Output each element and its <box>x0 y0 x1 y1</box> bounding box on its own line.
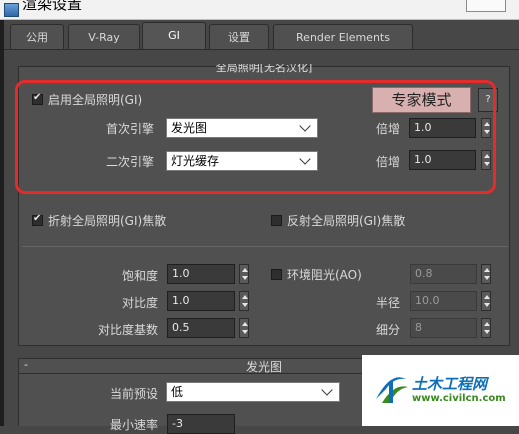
min-rate-field[interactable]: -3 <box>167 414 235 434</box>
civilcn-logo-icon <box>376 377 408 403</box>
gi-rollout-header[interactable]: 全局照明[无名汉化] <box>18 64 510 76</box>
window-title: 渲染设置 <box>22 0 83 13</box>
tab-divider <box>4 49 519 50</box>
contrast-base-field[interactable]: 0.5 <box>167 318 235 338</box>
radius-spinner[interactable] <box>481 291 491 311</box>
subdivs-field[interactable]: 8 <box>410 318 477 338</box>
saturation-spinner[interactable] <box>239 264 249 284</box>
title-button[interactable] <box>466 0 506 12</box>
gi-rollout-title: 全局照明[无名汉化] <box>215 64 313 74</box>
window-titlebar: 渲染设置 <box>0 0 519 20</box>
contrast-base-label: 对比度基数 <box>97 323 158 337</box>
watermark: 土木工程网 www.civilcn.com <box>362 355 519 426</box>
contrast-label: 对比度 <box>121 296 158 310</box>
tab-gi[interactable]: GI <box>142 22 206 50</box>
refractive-caustics-checkbox[interactable] <box>32 213 43 226</box>
left-edge <box>0 20 4 426</box>
tab-vray[interactable]: V-Ray <box>68 24 140 50</box>
ao-checkbox[interactable] <box>271 269 282 280</box>
current-preset-value: 低 <box>171 385 184 399</box>
contrast-base-spinner[interactable] <box>239 318 249 338</box>
app-icon <box>4 3 19 17</box>
radius-label: 半径 <box>376 296 401 310</box>
watermark-title: 土木工程网 <box>412 375 488 393</box>
divider <box>22 246 508 247</box>
contrast-field[interactable]: 1.0 <box>167 291 235 311</box>
tab-render-elements[interactable]: Render Elements <box>273 24 413 50</box>
subdivs-label: 细分 <box>376 323 401 337</box>
reflective-caustics-label: 反射全局照明(GI)焦散 <box>287 214 406 228</box>
saturation-field[interactable]: 1.0 <box>167 264 235 284</box>
highlight-box <box>15 80 496 194</box>
current-preset-select[interactable]: 低 <box>166 382 340 402</box>
tab-settings[interactable]: 设置 <box>209 24 269 50</box>
subdivs-spinner[interactable] <box>481 318 491 338</box>
watermark-url: www.civilcn.com <box>412 393 506 404</box>
ao-amount-spinner[interactable] <box>481 264 491 284</box>
ao-label: 环境阻光(AO) <box>287 268 362 282</box>
chevron-down-icon <box>321 384 333 396</box>
refractive-caustics-label: 折射全局照明(GI)焦散 <box>48 214 167 228</box>
reflective-caustics-checkbox[interactable] <box>271 215 282 226</box>
min-rate-label: 最小速率 <box>109 418 158 432</box>
contrast-spinner[interactable] <box>239 291 249 311</box>
radius-field[interactable]: 10.0 <box>410 291 477 311</box>
ao-amount-field[interactable]: 0.8 <box>410 264 477 284</box>
tab-common[interactable]: 公用 <box>10 24 64 50</box>
saturation-label: 饱和度 <box>121 269 158 283</box>
current-preset-label: 当前预设 <box>109 387 158 401</box>
